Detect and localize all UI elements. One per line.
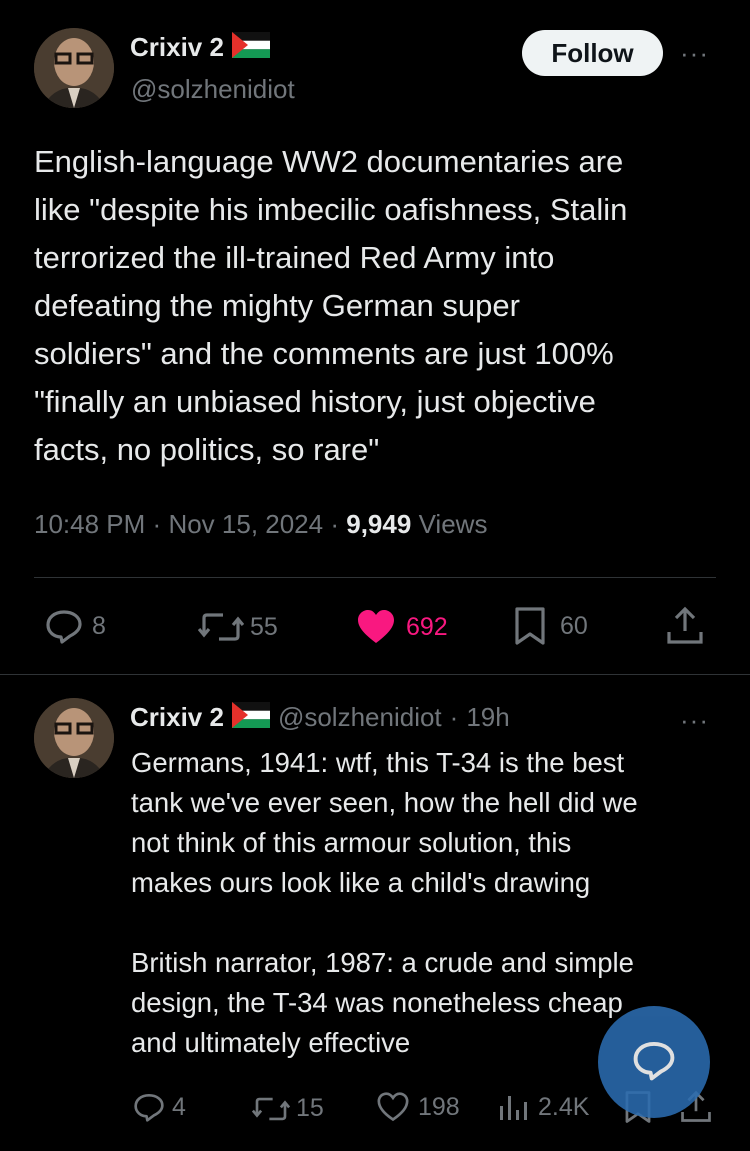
views-label: Views — [418, 509, 488, 539]
reply-reply-button[interactable]: 4 — [132, 1092, 186, 1122]
reply-views-count: 2.4K — [538, 1092, 590, 1121]
reply-icon — [132, 1092, 166, 1122]
bookmark-icon — [514, 606, 546, 646]
reply-age[interactable]: 19h — [466, 702, 509, 733]
author-avatar[interactable] — [34, 28, 114, 108]
reply-author-avatar[interactable] — [34, 698, 114, 778]
reply-repost-count: 15 — [296, 1094, 324, 1122]
divider — [34, 577, 716, 578]
post-timestamp[interactable]: 10:48 PM · Nov 15, 2024 · 9,949 Views — [34, 509, 487, 540]
reply-like-count: 198 — [418, 1092, 460, 1121]
compose-reply-button[interactable] — [598, 1006, 710, 1118]
follow-button[interactable]: Follow — [522, 30, 663, 76]
post-date: Nov 15, 2024 — [168, 509, 324, 539]
author-handle[interactable]: @solzhenidiot — [131, 74, 295, 105]
repost-button[interactable]: 55 — [198, 610, 278, 644]
divider — [0, 674, 750, 675]
bookmark-count: 60 — [560, 611, 588, 640]
separator: · — [152, 509, 162, 539]
reply-repost-button[interactable]: 15 — [252, 1094, 324, 1123]
repost-count: 55 — [250, 612, 278, 641]
share-button[interactable] — [666, 606, 704, 646]
reply-button[interactable]: 8 — [44, 608, 106, 644]
post-text: English-language WW2 documentaries are l… — [34, 144, 628, 467]
like-button[interactable]: 692 — [356, 609, 448, 645]
share-icon — [666, 606, 704, 646]
like-icon — [356, 609, 396, 645]
reply-icon — [44, 608, 84, 644]
separator: · — [449, 702, 459, 732]
flag-icon — [231, 702, 270, 733]
repost-icon — [252, 1095, 290, 1123]
like-icon — [376, 1092, 410, 1122]
bookmark-button[interactable]: 60 — [514, 606, 588, 646]
flag-icon — [231, 32, 270, 63]
reply-reply-count: 4 — [172, 1092, 186, 1121]
reply-more-options-button[interactable]: ··· — [680, 705, 709, 736]
reply-author-handle[interactable]: @solzhenidiot — [278, 702, 442, 733]
reply-count: 8 — [92, 611, 106, 640]
reply-views-button[interactable]: 2.4K — [498, 1092, 589, 1122]
author-display-name[interactable]: Crixiv 2 — [130, 32, 224, 63]
views-count: 9,949 — [346, 509, 412, 539]
reply-like-button[interactable]: 198 — [376, 1092, 460, 1122]
views-icon — [498, 1092, 530, 1122]
like-count: 692 — [406, 612, 448, 641]
post-time: 10:48 PM — [34, 509, 146, 539]
reply-author-display-name[interactable]: Crixiv 2 — [130, 702, 224, 733]
compose-reply-icon — [631, 1038, 677, 1087]
more-options-button[interactable]: ··· — [680, 38, 709, 69]
separator: · — [330, 509, 340, 539]
repost-icon — [198, 610, 244, 644]
